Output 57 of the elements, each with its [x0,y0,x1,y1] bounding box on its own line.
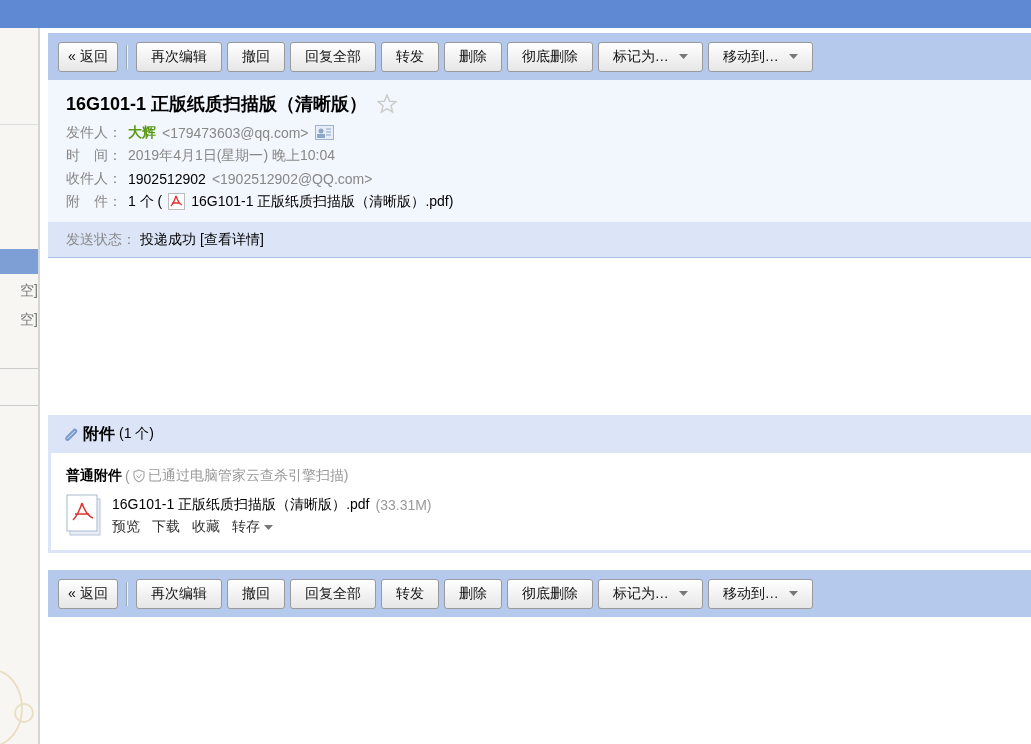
field-label: 收件人： [66,169,122,188]
toolbar-button[interactable]: 再次编辑 [135,578,222,609]
recipient-address: <1902512902@QQ.com> [211,170,373,187]
status-label: 发送状态： [66,230,136,249]
toolbar-button[interactable]: 删除 [443,41,502,72]
scan-note: 已通过电脑管家云查杀引擎扫描) [147,467,349,485]
toolbar-button[interactable]: 删除 [443,578,502,609]
star-icon[interactable] [377,94,398,114]
details-link[interactable]: [查看详情] [200,230,264,249]
pdf-icon [168,193,186,210]
mail-time: 2019年4月1日(星期一) 晚上10:04 [128,146,335,165]
mail-subject: 16G101-1 正版纸质扫描版（清晰版） [66,93,368,116]
toolbar-button[interactable]: 撤回 [226,41,285,72]
dropdown-button[interactable]: 标记为… [597,578,703,609]
toolbar-button[interactable]: 转发 [380,41,439,72]
recipient-name: 1902512902 [128,170,206,187]
caret-icon [678,54,688,59]
pdf-file-icon [66,494,102,536]
status-value: 投递成功 [140,230,196,249]
dropdown-button[interactable]: 移动到… [707,578,813,609]
caret-icon [788,54,798,59]
toolbar-button[interactable]: 再次编辑 [135,41,222,72]
attachment-link[interactable]: 16G101-1 正版纸质扫描版（清晰版）.pdf) [191,192,454,211]
toolbar-button[interactable]: 彻底删除 [506,41,593,72]
field-label: 时 间： [66,146,122,165]
attachment-action-link[interactable]: 收藏 [192,518,220,536]
attachment-filename: 16G101-1 正版纸质扫描版（清晰版）.pdf [112,496,370,514]
attachments-count: (1 个) [119,425,154,443]
toolbar-button[interactable]: 彻底删除 [506,578,593,609]
toolbar-button[interactable]: 撤回 [226,578,285,609]
field-label: 附 件： [66,192,122,211]
back-button[interactable]: « 返回 [58,578,118,609]
dropdown-button[interactable]: 移动到… [707,41,813,72]
caret-icon [788,591,798,596]
dropdown-button[interactable]: 标记为… [597,41,703,72]
paperclip-icon [62,425,79,443]
caret-icon [264,524,273,530]
attachment-action-link[interactable]: 预览 [112,518,140,536]
contact-card-icon [314,125,334,140]
attachment-action-dropdown[interactable]: 转存 [232,518,273,536]
sidebar-item-highlight[interactable] [0,249,38,274]
attachment-count: 1 个 ( [128,192,163,211]
attachment-action-link[interactable]: 下载 [152,518,180,536]
scan-prefix: ( [125,468,130,484]
sidebar-item[interactable]: 空] [0,278,38,303]
attachment-group-title: 普通附件 [66,467,122,485]
toolbar-button[interactable]: 转发 [380,578,439,609]
attachment-size: (33.31M) [375,497,432,513]
caret-icon [678,591,688,596]
toolbar-button[interactable]: 回复全部 [289,578,376,609]
toolbar-button[interactable]: 回复全部 [289,41,376,72]
shield-icon [132,469,145,483]
sidebar-item[interactable]: 空] [0,307,38,332]
back-button[interactable]: « 返回 [58,41,118,72]
sender-address: <179473603@qq.com> [162,124,309,141]
attachments-title: 附件 [83,423,115,444]
field-label: 发件人： [66,123,122,142]
